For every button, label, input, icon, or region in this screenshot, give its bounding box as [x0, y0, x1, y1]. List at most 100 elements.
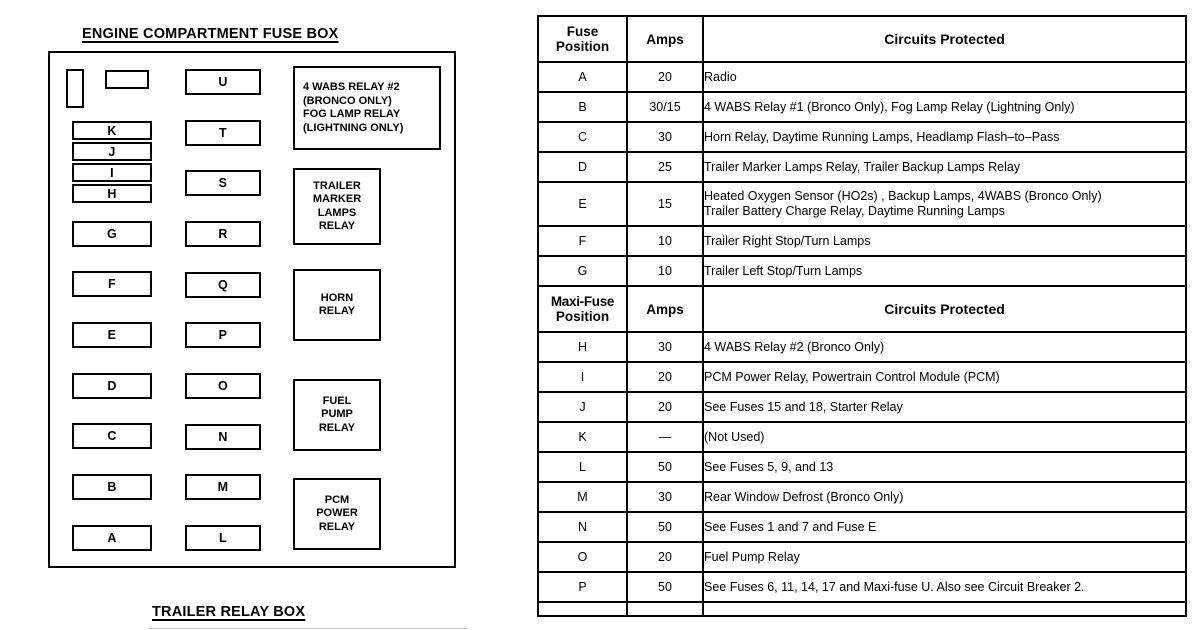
maxifuse-header-row: Maxi-Fuse Position Amps Circuits Protect… — [537, 285, 1187, 333]
table-row[interactable]: J 20 See Fuses 15 and 18, Starter Relay — [537, 391, 1187, 423]
fuse-slot-b[interactable]: B — [72, 474, 152, 500]
table-row[interactable]: H 30 4 WABS Relay #2 (Bronco Only) — [537, 331, 1187, 363]
fuse-slot-s[interactable]: S — [185, 170, 261, 196]
wabs-relay-line-1: 4 WABS RELAY #2 — [303, 81, 400, 93]
cell-circuits: See Fuses 5, 9, and 13 — [702, 451, 1187, 483]
cell-circuits-line1: Heated Oxygen Sensor (HO2s) , Backup Lam… — [704, 188, 1102, 203]
cell-amps: 25 — [626, 151, 704, 183]
cell-position: I — [537, 361, 628, 393]
cell-circuits: See Fuses 6, 11, 14, 17 and Maxi-fuse U.… — [702, 571, 1187, 603]
fuse-slot-e[interactable]: E — [72, 322, 152, 348]
cell-circuits: Radio — [702, 61, 1187, 93]
blank-horizontal-slot[interactable] — [105, 70, 149, 89]
table-row[interactable]: F 10 Trailer Right Stop/Turn Lamps — [537, 225, 1187, 257]
trailer-marker-line-3: LAMPS — [317, 206, 357, 219]
header-maxifuse-position-line1: Maxi-Fuse — [550, 294, 615, 309]
header-maxifuse-circuits: Circuits Protected — [702, 285, 1187, 333]
fuel-pump-line-3: RELAY — [318, 421, 356, 434]
cell-amps: 15 — [626, 181, 704, 227]
cell-position: A — [537, 61, 628, 93]
cell-position: O — [537, 541, 628, 573]
fuse-slot-f[interactable]: F — [72, 271, 152, 297]
fuse-slot-i[interactable]: I — [72, 163, 152, 182]
table-row[interactable]: C 30 Horn Relay, Daytime Running Lamps, … — [537, 121, 1187, 153]
cell-amps: — — [626, 421, 704, 453]
scan-artifact-line — [148, 628, 468, 629]
fuse-slot-j[interactable]: J — [72, 142, 152, 161]
fuse-slot-a[interactable]: A — [72, 525, 152, 551]
fuel-pump-relay-block[interactable]: FUEL PUMP RELAY — [293, 379, 381, 451]
cell-amps: 30 — [626, 331, 704, 363]
header-maxifuse-position: Maxi-Fuse Position — [537, 285, 628, 333]
blank-vertical-slot[interactable] — [66, 69, 84, 108]
horn-relay-block[interactable]: HORN RELAY — [293, 269, 381, 341]
header-fuse-position: Fuse Position — [537, 15, 628, 63]
cell-amps: 20 — [626, 541, 704, 573]
cell-circuits: Horn Relay, Daytime Running Lamps, Headl… — [702, 121, 1187, 153]
horn-relay-line-1: HORN — [320, 291, 354, 304]
wabs-fog-lamp-relay-block[interactable]: 4 WABS RELAY #2 (BRONCO ONLY) FOG LAMP R… — [293, 66, 441, 150]
table-row[interactable]: M 30 Rear Window Defrost (Bronco Only) — [537, 481, 1187, 513]
fuse-slot-m[interactable]: M — [185, 474, 261, 500]
fuse-slot-d[interactable]: D — [72, 373, 152, 399]
cell-position: J — [537, 391, 628, 423]
cell-position: F — [537, 225, 628, 257]
cell-amps: 30 — [626, 121, 704, 153]
cell-circuits: Trailer Right Stop/Turn Lamps — [702, 225, 1187, 257]
engine-fuse-box-title: ENGINE COMPARTMENT FUSE BOX — [82, 26, 339, 42]
fuse-slot-p[interactable]: P — [185, 322, 261, 348]
wabs-relay-line-4: (LIGHTNING ONLY) — [303, 121, 404, 134]
cell-circuits — [702, 601, 1187, 617]
cell-amps: 20 — [626, 361, 704, 393]
table-row[interactable]: O 20 Fuel Pump Relay — [537, 541, 1187, 573]
fuse-slot-r[interactable]: R — [185, 221, 261, 247]
fuse-slot-k[interactable]: K — [72, 121, 152, 140]
fuse-slot-n[interactable]: N — [185, 424, 261, 450]
pcm-power-line-3: RELAY — [318, 520, 356, 533]
cell-circuits: 4 WABS Relay #2 (Bronco Only) — [702, 331, 1187, 363]
cell-amps: 50 — [626, 451, 704, 483]
pcm-power-line-2: POWER — [316, 507, 358, 520]
fuse-legend-table-panel: Fuse Position Amps Circuits Protected A … — [537, 15, 1187, 617]
fuse-slot-q[interactable]: Q — [185, 272, 261, 298]
cell-circuits-line2: Trailer Battery Charge Relay, Daytime Ru… — [704, 204, 1005, 218]
cell-circuits: See Fuses 15 and 18, Starter Relay — [702, 391, 1187, 423]
fuse-slot-o[interactable]: O — [185, 373, 261, 399]
table-row[interactable]: I 20 PCM Power Relay, Powertrain Control… — [537, 361, 1187, 393]
fuse-slot-h[interactable]: H — [72, 184, 152, 203]
table-row[interactable]: N 50 See Fuses 1 and 7 and Fuse E — [537, 511, 1187, 543]
cell-position: L — [537, 451, 628, 483]
table-row[interactable]: P 50 See Fuses 6, 11, 14, 17 and Maxi-fu… — [537, 571, 1187, 603]
fuse-slot-c[interactable]: C — [72, 423, 152, 449]
cell-position: M — [537, 481, 628, 513]
fuse-slot-g[interactable]: G — [72, 221, 152, 247]
cell-position: K — [537, 421, 628, 453]
trailer-marker-line-2: MARKER — [312, 193, 362, 205]
table-row-clipped[interactable] — [537, 601, 1187, 617]
cell-circuits: PCM Power Relay, Powertrain Control Modu… — [702, 361, 1187, 393]
trailer-marker-lamps-relay-block[interactable]: TRAILER MARKER LAMPS RELAY — [293, 168, 381, 245]
cell-position: G — [537, 255, 628, 287]
table-row[interactable]: G 10 Trailer Left Stop/Turn Lamps — [537, 255, 1187, 287]
table-row[interactable]: K — (Not Used) — [537, 421, 1187, 453]
pcm-power-relay-block[interactable]: PCM POWER RELAY — [293, 478, 381, 550]
fuse-slot-t[interactable]: T — [185, 120, 261, 146]
table-row[interactable]: E 15 Heated Oxygen Sensor (HO2s) , Backu… — [537, 181, 1187, 227]
fuse-slot-u[interactable]: U — [185, 69, 261, 95]
wabs-relay-line-2: (BRONCO ONLY) — [303, 94, 392, 107]
cell-circuits: See Fuses 1 and 7 and Fuse E — [702, 511, 1187, 543]
trailer-marker-line-1: TRAILER — [313, 179, 361, 192]
cell-amps: 10 — [626, 225, 704, 257]
fuel-pump-line-1: FUEL — [322, 394, 352, 407]
cell-position: N — [537, 511, 628, 543]
cell-circuits: Trailer Marker Lamps Relay, Trailer Back… — [702, 151, 1187, 183]
table-row[interactable]: L 50 See Fuses 5, 9, and 13 — [537, 451, 1187, 483]
table-row[interactable]: D 25 Trailer Marker Lamps Relay, Trailer… — [537, 151, 1187, 183]
fuse-slot-l[interactable]: L — [185, 525, 261, 551]
cell-position: H — [537, 331, 628, 363]
table-row[interactable]: B 30/15 4 WABS Relay #1 (Bronco Only), F… — [537, 91, 1187, 123]
wabs-relay-line-3: FOG LAMP RELAY — [303, 108, 401, 120]
header-fuse-position-line2: Position — [555, 39, 610, 54]
table-row[interactable]: A 20 Radio — [537, 61, 1187, 93]
cell-circuits: 4 WABS Relay #1 (Bronco Only), Fog Lamp … — [702, 91, 1187, 123]
